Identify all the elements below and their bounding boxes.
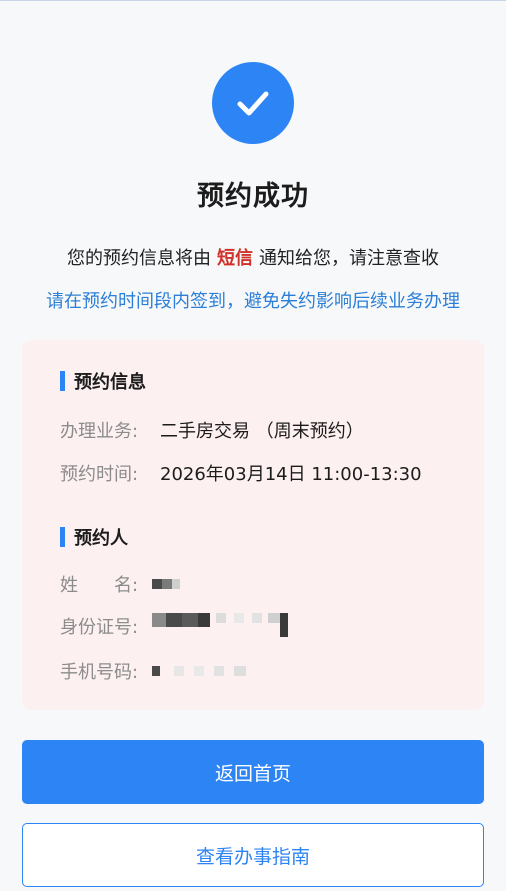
time-row: 预约时间: 2026年03月14日 11:00-13:30: [60, 460, 422, 486]
notice-suffix: 通知给您，请注意查收: [259, 248, 439, 269]
section-marker: [60, 371, 65, 391]
name-label: 姓 名:: [60, 575, 139, 596]
business-value: 二手房交易 （周末预约）: [160, 421, 364, 442]
section-marker: [60, 527, 65, 547]
id-label: 身份证号:: [60, 617, 139, 638]
view-guide-button[interactable]: 查看办事指南: [22, 823, 484, 887]
checkmark-icon: [237, 91, 269, 116]
id-value-redacted: [152, 613, 288, 639]
sms-notice: 您的预约信息将由 短信 通知给您，请注意查收: [0, 244, 506, 270]
notice-highlight: 短信: [217, 248, 253, 269]
id-row: 身份证号:: [60, 613, 288, 639]
page-title: 预约成功: [197, 181, 309, 212]
check-circle-icon: [212, 62, 294, 144]
notice-prefix: 您的预约信息将由: [67, 248, 211, 269]
info-card: 预约信息 办理业务: 二手房交易 （周末预约） 预约时间: 2026年03月14…: [22, 340, 484, 710]
booking-info-heading: 预约信息: [60, 368, 146, 394]
business-label: 办理业务:: [60, 421, 139, 442]
name-row: 姓 名:: [60, 571, 180, 597]
business-row: 办理业务: 二手房交易 （周末预约）: [60, 417, 364, 443]
phone-row: 手机号码:: [60, 658, 246, 684]
top-divider: [0, 0, 506, 1]
time-value: 2026年03月14日 11:00-13:30: [160, 464, 422, 485]
time-label: 预约时间:: [60, 464, 139, 485]
person-heading-text: 预约人: [74, 528, 128, 549]
person-heading: 预约人: [60, 524, 128, 550]
booking-info-heading-text: 预约信息: [74, 372, 146, 393]
phone-value-redacted: [152, 661, 246, 681]
checkin-tip: 请在预约时间段内签到，避免失约影响后续业务办理: [46, 291, 460, 312]
phone-label: 手机号码:: [60, 662, 139, 683]
back-home-button[interactable]: 返回首页: [22, 740, 484, 804]
name-value-redacted: [152, 574, 180, 594]
